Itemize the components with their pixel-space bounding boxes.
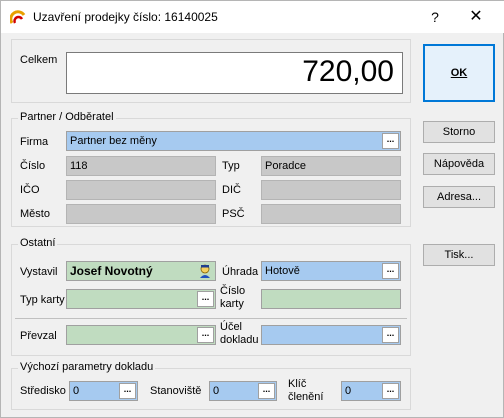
ostatni-group-title: Ostatní: [18, 237, 58, 249]
ok-button-label: OK: [450, 67, 468, 79]
uhrada-field[interactable]: Hotově ...: [261, 261, 401, 281]
window-title: Uzavření prodejky číslo: 16140025: [33, 10, 218, 24]
vystavil-label: Vystavil: [20, 266, 58, 278]
storno-button[interactable]: Storno: [423, 121, 495, 143]
cislo-karty-label-line1: Číslo: [220, 285, 246, 297]
user-icon[interactable]: [197, 263, 213, 279]
stredisko-browse-button[interactable]: ...: [119, 383, 136, 399]
prevzal-label: Převzal: [20, 330, 57, 342]
napoveda-button[interactable]: Nápověda: [423, 153, 495, 175]
ucel-browse-button[interactable]: ...: [382, 327, 399, 343]
total-amount: 720,00: [66, 52, 403, 94]
firma-field[interactable]: Partner bez měny ...: [66, 131, 401, 151]
typ-karty-browse-button[interactable]: ...: [197, 291, 214, 307]
uhrada-label: Úhrada: [222, 266, 259, 278]
vystavil-field[interactable]: Josef Novotný: [66, 261, 216, 281]
klic-label-line2: členění: [288, 391, 324, 403]
typ-label: Typ: [222, 160, 240, 172]
ok-button[interactable]: OK: [423, 44, 495, 102]
ucel-field[interactable]: ...: [261, 325, 401, 345]
klic-value: 0: [345, 385, 352, 397]
defaults-group-title: Výchozí parametry dokladu: [18, 361, 156, 373]
cislo-karty-label-line2: karty: [220, 298, 244, 310]
partner-group-title: Partner / Odběratel: [18, 111, 116, 123]
title-bar: Uzavření prodejky číslo: 16140025 ? ✕: [1, 1, 504, 33]
typ-karty-field[interactable]: ...: [66, 289, 216, 309]
uhrada-value: Hotově: [265, 265, 300, 277]
psc-field: [261, 204, 401, 224]
tisk-button[interactable]: Tisk...: [423, 244, 495, 266]
stredisko-value: 0: [73, 385, 80, 397]
uhrada-browse-button[interactable]: ...: [382, 263, 399, 279]
stanoviste-value: 0: [213, 385, 220, 397]
divider: [15, 318, 407, 319]
klic-label-line1: Klíč: [288, 378, 307, 390]
cislo-karty-field[interactable]: [261, 289, 401, 309]
ucel-label: Účel dokladu: [220, 321, 259, 347]
dic-label: DIČ: [222, 184, 241, 196]
dialog-window: Uzavření prodejky číslo: 16140025 ? ✕ Ce…: [0, 0, 504, 418]
firma-label: Firma: [20, 136, 49, 148]
prevzal-browse-button[interactable]: ...: [197, 327, 214, 343]
stredisko-label: Středisko: [20, 385, 66, 397]
psc-label: PSČ: [222, 208, 245, 220]
typ-karty-label: Typ karty: [20, 294, 65, 306]
help-button[interactable]: ?: [423, 7, 447, 27]
dic-field: [261, 180, 401, 200]
cislo-label: Číslo: [20, 160, 46, 172]
mesto-field: [66, 204, 216, 224]
typ-field: Poradce: [261, 156, 401, 176]
klic-browse-button[interactable]: ...: [382, 383, 399, 399]
close-button[interactable]: ✕: [464, 7, 488, 27]
adresa-button[interactable]: Adresa...: [423, 186, 495, 208]
ico-field: [66, 180, 216, 200]
firma-browse-button[interactable]: ...: [382, 133, 399, 149]
total-label: Celkem: [20, 54, 58, 66]
firma-value: Partner bez měny: [70, 135, 157, 147]
stanoviste-browse-button[interactable]: ...: [258, 383, 275, 399]
stanoviste-field[interactable]: 0 ...: [209, 381, 277, 401]
cislo-field: 118: [66, 156, 216, 176]
ucel-label-line2: dokladu: [220, 334, 259, 346]
klic-field[interactable]: 0 ...: [341, 381, 401, 401]
mesto-label: Město: [20, 208, 50, 220]
app-logo-icon: [10, 10, 26, 24]
klic-label: Klíč členění: [288, 378, 323, 404]
ico-label: IČO: [20, 184, 40, 196]
ucel-label-line1: Účel: [220, 321, 243, 333]
prevzal-field[interactable]: ...: [66, 325, 216, 345]
vystavil-value: Josef Novotný: [70, 264, 153, 278]
cislo-karty-label: Číslo karty: [220, 285, 245, 311]
stanoviste-label: Stanoviště: [150, 385, 202, 397]
stredisko-field[interactable]: 0 ...: [69, 381, 138, 401]
